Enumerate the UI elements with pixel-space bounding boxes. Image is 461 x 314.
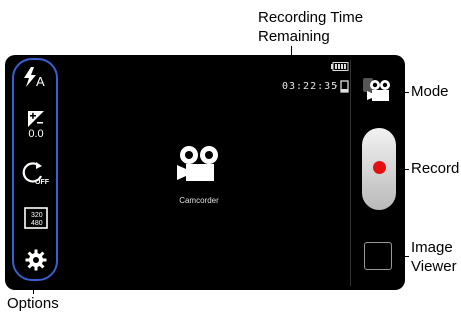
image-viewer-button[interactable]	[364, 242, 392, 270]
flash-mode-text: A	[36, 74, 45, 88]
timer-button[interactable]: OFF	[18, 160, 54, 188]
mode-button[interactable]	[362, 74, 392, 106]
timer-state-text: OFF	[35, 179, 50, 186]
mode-camcorder-icon	[363, 78, 390, 101]
separator-dot: ·	[333, 81, 341, 92]
recording-time-remaining: 03:22:35	[282, 81, 339, 92]
resolution-icon: 320 480	[24, 207, 48, 229]
exposure-icon	[28, 111, 44, 127]
record-button[interactable]	[362, 128, 396, 210]
resolution-top-text: 320	[31, 212, 43, 219]
gear-icon	[25, 249, 47, 271]
camcorder-center-icon	[174, 143, 226, 192]
storage-icon	[340, 80, 349, 96]
exposure-button[interactable]: 0.0	[18, 108, 54, 142]
timer-off-icon: OFF	[22, 162, 50, 186]
callout-options: Options	[7, 295, 59, 312]
flash-auto-icon: A	[24, 67, 45, 88]
callout-recording-time: Recording Time Remaining	[258, 9, 364, 45]
camcorder-label: Camcorder	[179, 196, 219, 205]
right-rail-divider	[350, 60, 351, 286]
callout-mode: Mode	[411, 83, 449, 100]
camcorder-icon	[177, 146, 218, 181]
settings-button[interactable]	[18, 246, 54, 274]
callout-image-viewer: Image Viewer	[411, 239, 457, 275]
resolution-button[interactable]: 320 480	[18, 203, 54, 231]
resolution-bottom-text: 480	[31, 220, 43, 227]
flash-button[interactable]: A	[18, 64, 54, 90]
battery-icon	[331, 62, 349, 74]
callout-record: Record	[411, 160, 460, 177]
exposure-value: 0.0	[28, 128, 44, 140]
record-dot-icon	[373, 161, 386, 174]
